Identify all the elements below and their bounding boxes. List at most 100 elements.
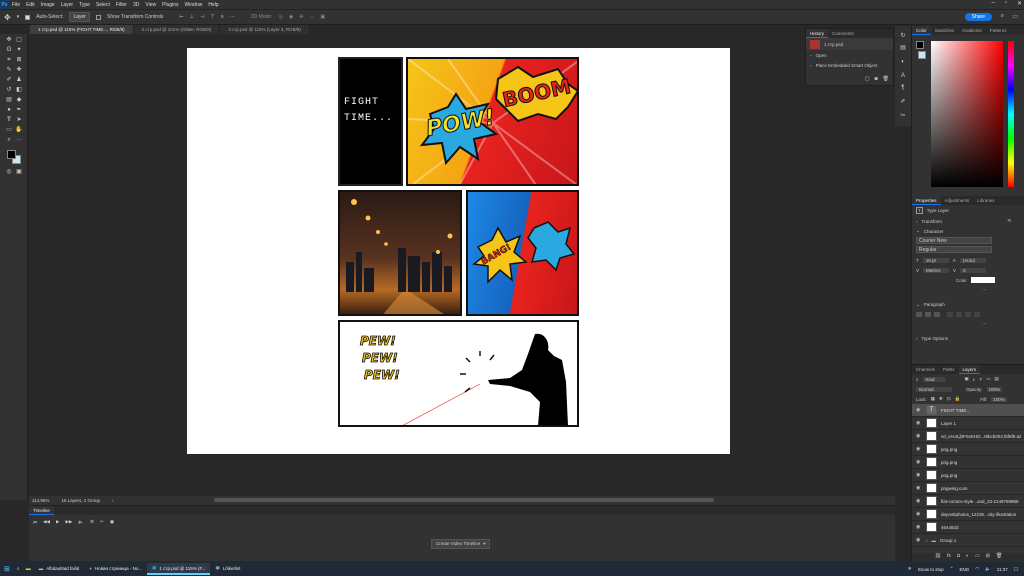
- taskbar-item-folder[interactable]: ▬ Albdaul8ad failid: [34, 563, 85, 575]
- layer-row[interactable]: ◉ depositphotos_12235...city-illustration: [912, 508, 1024, 521]
- new-document-icon[interactable]: ▢: [865, 76, 870, 82]
- libraries-panel-icon[interactable]: ▤: [899, 44, 907, 52]
- new-group-icon[interactable]: ▭: [975, 553, 980, 562]
- tab-channels[interactable]: Channels: [912, 365, 939, 374]
- justify-left-icon[interactable]: [947, 312, 953, 317]
- tab-layers[interactable]: Layers: [958, 365, 981, 374]
- layer-row[interactable]: ◉ 464482d: [912, 521, 1024, 534]
- adjust-panel-icon[interactable]: ◐: [899, 58, 907, 66]
- slide-3d-icon[interactable]: ⇔: [309, 14, 314, 20]
- doc-tab-1[interactable]: 1 стр.psd @ 115% (FIGHT TIME..., RGB/8): [30, 25, 134, 34]
- visibility-eye-icon[interactable]: ◉: [916, 459, 922, 465]
- menu-help[interactable]: Help: [205, 2, 221, 8]
- history-brush-icon[interactable]: ↺: [5, 86, 13, 94]
- windows-start-icon[interactable]: ⊞: [0, 565, 14, 573]
- tab-libraries[interactable]: Libraries: [973, 196, 998, 205]
- type-options-section[interactable]: › Type Options: [912, 333, 1024, 344]
- visibility-eye-icon[interactable]: ◉: [916, 407, 922, 413]
- magic-wand-tool-icon[interactable]: ✦: [15, 46, 23, 54]
- visibility-eye-icon[interactable]: ◉: [916, 537, 922, 543]
- clock[interactable]: 11:37: [997, 567, 1008, 572]
- menu-filter[interactable]: Filter: [113, 2, 130, 8]
- notifications-icon[interactable]: ▢: [1014, 566, 1018, 572]
- document-info[interactable]: 16 Layers, 1 Group: [61, 498, 100, 503]
- align-right-icon[interactable]: ⊣: [200, 14, 204, 20]
- link-layers-icon[interactable]: ⛓: [935, 553, 941, 562]
- font-family-dropdown[interactable]: Courier New: [916, 237, 992, 244]
- align-left-icon[interactable]: ⊢: [179, 14, 183, 20]
- visibility-eye-icon[interactable]: ◉: [916, 485, 922, 491]
- hand-tool-icon[interactable]: ✋: [15, 126, 23, 134]
- doc-tab-2[interactable]: 2 стр.psd @ 101% (Glitter, RGB/8): [133, 25, 221, 34]
- history-snapshot[interactable]: 1 стр.psd: [806, 38, 893, 50]
- play-icon[interactable]: ▶: [56, 519, 59, 525]
- kerning-field[interactable]: 0: [960, 267, 987, 273]
- filter-adjust-icon[interactable]: ◐: [973, 377, 976, 382]
- layer-row[interactable]: ◉ png.png: [912, 456, 1024, 469]
- visibility-eye-icon[interactable]: ◉: [916, 472, 922, 478]
- color-picker-field[interactable]: [931, 41, 1003, 187]
- foreground-color-swatch[interactable]: [7, 150, 16, 159]
- history-item-open[interactable]: ▫ Open: [806, 50, 893, 60]
- visibility-eye-icon[interactable]: ◉: [916, 433, 922, 439]
- fill-field[interactable]: 100%: [991, 396, 1007, 402]
- auto-select-dropdown[interactable]: Layer: [69, 12, 90, 22]
- trash-icon[interactable]: 🗑: [883, 76, 889, 82]
- clone-stamp-icon[interactable]: ♟: [15, 76, 23, 84]
- justify-all-icon[interactable]: [974, 312, 980, 317]
- paragraph-panel-icon[interactable]: ¶: [899, 84, 907, 92]
- rectangle-tool-icon[interactable]: ▭: [5, 126, 13, 134]
- layer-row[interactable]: ◉ flat-comics-style...ond_23-2148759966: [912, 495, 1024, 508]
- eyedropper-tool-icon[interactable]: ✎: [5, 66, 13, 74]
- transform-controls-checkbox[interactable]: [95, 14, 101, 20]
- zoom-tool-icon[interactable]: ⌕: [5, 136, 13, 144]
- trash-icon[interactable]: 🗑: [996, 553, 1002, 562]
- dodge-tool-icon[interactable]: ●: [5, 106, 13, 114]
- tab-comments[interactable]: Comments: [828, 29, 858, 38]
- group-chevron-icon[interactable]: ›: [926, 538, 928, 543]
- layer-row[interactable]: ◉ png.png: [912, 469, 1024, 482]
- more-tools-icon[interactable]: ···: [15, 136, 23, 144]
- brush-panel-icon[interactable]: ✐: [899, 98, 907, 106]
- healing-brush-icon[interactable]: ✚: [15, 66, 23, 74]
- snapshot-camera-icon[interactable]: ◙: [875, 76, 878, 82]
- lock-all-icon[interactable]: 🔒: [955, 396, 961, 402]
- audio-icon[interactable]: 🔈: [78, 519, 84, 525]
- search-icon[interactable]: ⌕: [14, 566, 23, 572]
- language-indicator[interactable]: ENG: [959, 567, 969, 572]
- brush-tool-icon[interactable]: ✐: [5, 76, 13, 84]
- tab-history[interactable]: History: [806, 29, 829, 38]
- taskbar-item-browser[interactable]: ● Новая страница - No...: [84, 563, 147, 575]
- blend-mode-dropdown[interactable]: Normal: [916, 386, 952, 392]
- create-video-timeline-button[interactable]: Create Video Timeline ▾: [431, 539, 491, 549]
- font-style-dropdown[interactable]: Regular: [916, 246, 992, 253]
- text-color-swatch[interactable]: [970, 277, 995, 283]
- menu-view[interactable]: View: [142, 2, 159, 8]
- eraser-tool-icon[interactable]: ◧: [15, 86, 23, 94]
- orbit-3d-icon[interactable]: ◎: [278, 14, 282, 20]
- tab-adjustments[interactable]: Adjustments: [941, 196, 974, 205]
- lasso-tool-icon[interactable]: ʘ: [5, 46, 13, 54]
- pen-tool-icon[interactable]: ✒: [15, 106, 23, 114]
- taskbar-item-photoshop[interactable]: ▣ 1 стр.psd @ 115% (F...: [147, 563, 211, 575]
- visibility-eye-icon[interactable]: ◉: [916, 498, 922, 504]
- hue-slider[interactable]: [1008, 41, 1014, 187]
- distribute-icon[interactable]: ≡: [221, 14, 224, 20]
- wifi-icon[interactable]: ◠: [975, 566, 979, 572]
- menu-window[interactable]: Window: [182, 2, 206, 8]
- more-paragraph-icon[interactable]: ···: [912, 319, 1024, 327]
- dropdown-chevron-icon[interactable]: ▾: [17, 14, 20, 20]
- screen-mode-icon[interactable]: ▣: [15, 168, 23, 176]
- transform-reset-icon[interactable]: ⟲: [1007, 218, 1011, 224]
- quick-mask-icon[interactable]: ◎: [5, 168, 13, 176]
- justify-right-icon[interactable]: [965, 312, 971, 317]
- artboard-tool-icon[interactable]: ▢: [15, 36, 23, 44]
- split-icon[interactable]: ✂: [100, 519, 104, 525]
- weather-label[interactable]: Snow to stop: [918, 567, 944, 572]
- opacity-field[interactable]: 100%: [986, 386, 1003, 392]
- file-explorer-icon[interactable]: ▬: [23, 566, 34, 572]
- layer-row[interactable]: ◉ T FIGHT TIME...: [912, 404, 1024, 417]
- tab-properties[interactable]: Properties: [912, 196, 941, 205]
- layer-row[interactable]: ◉ Layer 1: [912, 417, 1024, 430]
- auto-select-checkbox[interactable]: [25, 14, 31, 20]
